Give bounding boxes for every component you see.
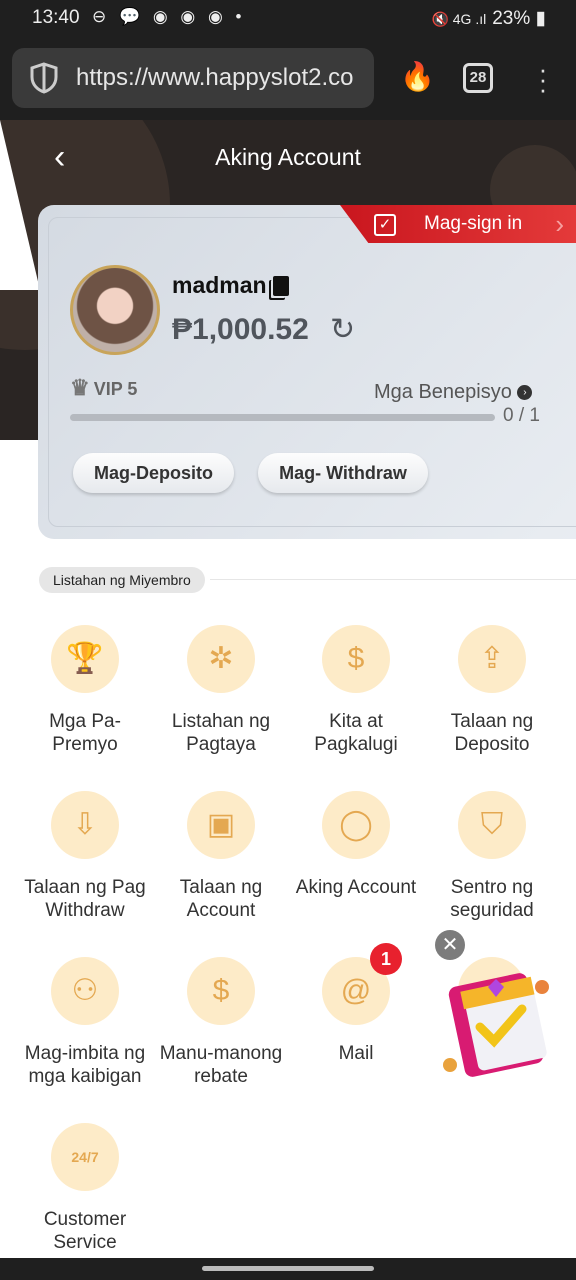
- system-nav-bar: [0, 1258, 576, 1280]
- menu-item-label: Talaan ng Deposito: [450, 711, 534, 755]
- deposit-button[interactable]: Mag-Deposito: [73, 453, 234, 493]
- menu-item-label: Kita at Pagkalugi: [314, 711, 398, 755]
- menu-item-label: Customer Service: [43, 1209, 127, 1253]
- url-text: https://www.happyslot2.co: [76, 64, 354, 91]
- sparkle-icon: ✲: [187, 625, 255, 693]
- menu-item[interactable]: ✲ Listahan ng Pagtaya: [153, 625, 289, 756]
- checkbox-icon: ✓: [374, 214, 396, 236]
- page-title: Aking Account: [215, 144, 361, 170]
- menu-item-label: Aking Account: [295, 877, 417, 898]
- menu-item-label: Listahan ng Pagtaya: [171, 711, 271, 755]
- url-bar[interactable]: https://www.happyslot2.co: [12, 48, 374, 108]
- copy-icon[interactable]: [273, 276, 289, 296]
- chevron-right-icon: ›: [555, 209, 564, 239]
- user-icon: ◯: [322, 791, 390, 859]
- menu-item-label: Manu-manong rebate: [159, 1043, 283, 1087]
- more-menu-icon[interactable]: · · ·: [538, 56, 548, 102]
- sign-in-label: Mag-sign in: [424, 213, 523, 234]
- at-icon: @1: [322, 943, 402, 1025]
- tab-count-button[interactable]: 28: [463, 63, 493, 93]
- battery-level: 🔇 4G .ıl 23% ▮: [431, 8, 546, 29]
- crown-icon: ♛: [70, 375, 90, 400]
- username: madman: [172, 272, 267, 298]
- vip-progress-count: 0 / 1: [503, 405, 540, 426]
- home-handle[interactable]: [202, 1266, 374, 1271]
- vip-progress-bar: [70, 414, 495, 421]
- chevron-circle-icon: ›: [517, 385, 533, 401]
- menu-item-label: Mga Pa- Premyo: [49, 711, 121, 755]
- avatar[interactable]: [70, 265, 160, 355]
- balance: ₱1,000.52: [172, 313, 309, 346]
- withdraw-button[interactable]: Mag- Withdraw: [258, 453, 428, 493]
- shield-icon: [30, 62, 58, 94]
- clipboard-download-icon: ⇩: [51, 791, 119, 859]
- menu-item[interactable]: ⛉ Sentro ng seguridad: [424, 791, 560, 922]
- browser-toolbar: https://www.happyslot2.co 🔥 28 · · ·: [0, 36, 576, 120]
- refresh-icon[interactable]: ↻: [330, 312, 355, 347]
- menu-item[interactable]: 🏆 Mga Pa- Premyo: [17, 625, 153, 756]
- menu-item-label: Mag-imbita ng mga kaibigan: [24, 1043, 146, 1087]
- menu-item[interactable]: ⇩ Talaan ng Pag Withdraw: [17, 791, 153, 922]
- menu-item-label: Talaan ng Pag Withdraw: [24, 877, 146, 921]
- menu-item[interactable]: @1 Mail: [288, 943, 424, 1065]
- menu-item-label: Mail: [338, 1043, 374, 1064]
- menu-item[interactable]: ⚇ Mag-imbita ng mga kaibigan: [17, 957, 153, 1088]
- menu-item[interactable]: $ Kita at Pagkalugi: [288, 625, 424, 756]
- menu-item[interactable]: $ Manu-manong rebate: [153, 957, 289, 1088]
- coins-icon: $: [187, 957, 255, 1025]
- account-record-icon: ▣: [187, 791, 255, 859]
- sign-in-promo-icon[interactable]: [438, 965, 556, 1083]
- notification-icons: ⊖ 💬 ◉ ◉ ◉ •: [92, 7, 246, 26]
- menu-item-label: Sentro ng seguridad: [450, 877, 534, 921]
- clipboard-upload-icon: ⇪: [458, 625, 526, 693]
- receipt-icon: $: [322, 625, 390, 693]
- fire-icon[interactable]: 🔥: [400, 60, 435, 93]
- benefits-link[interactable]: Mga Benepisyo ›: [374, 381, 533, 404]
- unread-badge: 1: [370, 943, 402, 975]
- menu-item[interactable]: ◯ Aking Account: [288, 791, 424, 899]
- shield-icon: ⛉: [458, 791, 526, 859]
- menu-item[interactable]: ▣ Talaan ng Account: [153, 791, 289, 922]
- clock: 13:40: [32, 7, 80, 28]
- divider: [210, 579, 576, 580]
- status-bar: 13:40 ⊖ 💬 ◉ ◉ ◉ • 🔇 4G .ıl 23% ▮: [0, 0, 576, 36]
- vip-level: ♛ VIP 5: [70, 375, 138, 400]
- support-24-7-icon: 24/7: [51, 1123, 119, 1191]
- sign-in-button[interactable]: ✓ Mag-sign in ›: [340, 205, 576, 243]
- menu-item-label: Talaan ng Account: [179, 877, 263, 921]
- invite-user-icon: ⚇: [51, 957, 119, 1025]
- menu-item[interactable]: 24/7 Customer Service: [17, 1123, 153, 1254]
- section-title: Listahan ng Miyembro: [39, 567, 205, 593]
- close-promo-button[interactable]: ✕: [435, 930, 465, 960]
- trophy-icon: 🏆: [51, 625, 119, 693]
- menu-item[interactable]: ⇪ Talaan ng Deposito: [424, 625, 560, 756]
